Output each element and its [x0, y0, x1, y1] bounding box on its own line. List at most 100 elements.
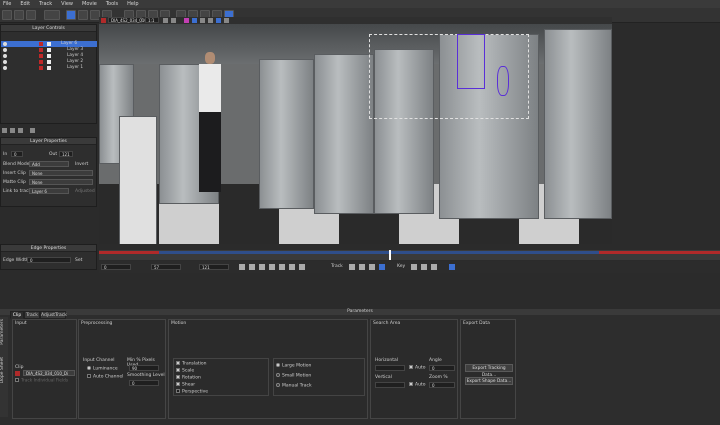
planar-surface-icon[interactable]	[216, 18, 221, 23]
menu-edit[interactable]: Edit	[20, 1, 30, 7]
layer-lock-icon[interactable]	[47, 66, 51, 70]
menu-view[interactable]: View	[61, 1, 73, 7]
shear-option[interactable]: Shear	[176, 382, 195, 388]
visibility-eye-icon[interactable]	[3, 54, 7, 58]
export-shape-button[interactable]: Export Shape Data...	[465, 377, 513, 385]
select-tool-icon[interactable]	[66, 10, 76, 20]
pointer-tool-icon[interactable]	[78, 10, 88, 20]
tab-track[interactable]: Track	[24, 311, 40, 319]
start-frame-field[interactable]: 0	[101, 264, 131, 270]
menu-movie[interactable]: Movie	[82, 1, 97, 7]
manual-track-option[interactable]: Manual Track	[276, 383, 312, 389]
current-frame-field[interactable]: 57	[151, 264, 181, 270]
matte-clip-select[interactable]: None	[29, 179, 93, 185]
perspective-checkbox[interactable]	[176, 389, 180, 393]
trace-icon[interactable]	[224, 18, 229, 23]
tracking-spline[interactable]	[457, 34, 485, 89]
prev-key-icon[interactable]	[249, 264, 255, 270]
layer-lock-icon[interactable]	[47, 54, 51, 58]
zoom-select[interactable]: 1:1	[145, 17, 159, 23]
delete-layer-icon[interactable]	[18, 128, 23, 133]
next-key-icon[interactable]	[289, 264, 295, 270]
smoothing-field[interactable]: 0	[129, 380, 159, 386]
edge-width-slider[interactable]: 0	[27, 257, 71, 263]
expand-icon[interactable]	[30, 128, 35, 133]
autokey-icon[interactable]	[449, 264, 455, 270]
center-view-icon[interactable]	[171, 18, 176, 23]
save-project-icon[interactable]	[26, 10, 36, 20]
mask-view-icon[interactable]	[192, 18, 197, 23]
menu-tools[interactable]: Tools	[106, 1, 118, 7]
layer-lock-icon[interactable]	[47, 42, 51, 46]
visibility-eye-icon[interactable]	[3, 42, 7, 46]
clip-select[interactable]: DIA_4S2_034_010_Div	[108, 17, 155, 23]
side-tab-dope-sheet[interactable]: Dope Sheet	[0, 357, 5, 383]
play-forward-icon[interactable]	[279, 264, 285, 270]
visibility-eye-icon[interactable]	[3, 66, 7, 70]
layer-lock-icon[interactable]	[47, 60, 51, 64]
vertical-auto-checkbox[interactable]	[409, 382, 413, 386]
tab-clip[interactable]: Clip	[10, 311, 24, 319]
track-stop-icon[interactable]	[369, 264, 375, 270]
play-backward-icon[interactable]	[259, 264, 265, 270]
horizontal-field[interactable]	[375, 365, 405, 371]
visibility-eye-icon[interactable]	[3, 60, 7, 64]
stop-icon[interactable]	[269, 264, 275, 270]
track-forward-icon[interactable]	[379, 264, 385, 270]
new-folder-icon[interactable]	[10, 128, 15, 133]
menu-help[interactable]: Help	[127, 1, 138, 7]
translation-checkbox[interactable]	[176, 361, 180, 365]
translation-option[interactable]: Translation	[176, 361, 207, 367]
horizontal-auto[interactable]: Auto	[409, 365, 425, 371]
in-field[interactable]: 0	[11, 151, 23, 157]
shear-checkbox[interactable]	[176, 382, 180, 386]
link-track-select[interactable]: Layer 6	[29, 188, 69, 194]
auto-channel-option[interactable]: Auto Channel	[87, 374, 123, 380]
menu-file[interactable]: File	[3, 1, 11, 7]
track-fields-checkbox[interactable]	[15, 378, 19, 382]
min-pixels-field[interactable]: 90	[129, 365, 159, 371]
export-tracking-button[interactable]: Export Tracking Data...	[465, 364, 513, 378]
zoom-field[interactable]: 0	[429, 382, 455, 388]
video-viewer[interactable]	[99, 24, 612, 244]
luminance-radio[interactable]	[87, 366, 91, 370]
vertical-field[interactable]	[375, 382, 405, 388]
new-layer-icon[interactable]	[2, 128, 7, 133]
last-frame-icon[interactable]	[299, 264, 305, 270]
angle-field[interactable]: 0	[429, 365, 455, 371]
matte-view-icon[interactable]	[200, 18, 205, 23]
side-tab-parameters[interactable]: Parameters	[0, 319, 5, 345]
insert-view-icon[interactable]	[208, 18, 213, 23]
playhead[interactable]	[389, 250, 391, 260]
track-step-back-icon[interactable]	[359, 264, 365, 270]
insert-clip-select[interactable]: None	[29, 170, 93, 176]
first-frame-icon[interactable]	[239, 264, 245, 270]
large-motion-option[interactable]: Large Motion	[276, 363, 311, 369]
layer-row[interactable]: Layer 1	[1, 65, 97, 71]
horizontal-auto-checkbox[interactable]	[409, 365, 413, 369]
rotation-checkbox[interactable]	[176, 375, 180, 379]
blend-mode-select[interactable]: Add	[29, 161, 69, 167]
auto-channel-checkbox[interactable]	[87, 374, 91, 378]
perspective-option[interactable]: Perspective	[176, 389, 208, 395]
large-motion-radio[interactable]	[276, 363, 280, 367]
clear-keys-icon[interactable]	[431, 264, 437, 270]
fit-view-icon[interactable]	[163, 18, 168, 23]
small-motion-option[interactable]: Small Motion	[276, 373, 311, 379]
new-project-icon[interactable]	[2, 10, 12, 20]
visibility-eye-icon[interactable]	[3, 48, 7, 52]
timeline[interactable]	[99, 250, 720, 260]
scale-option[interactable]: Scale	[176, 368, 194, 374]
rotation-option[interactable]: Rotation	[176, 375, 201, 381]
tab-adjust-track[interactable]: AdjustTrack	[40, 311, 67, 319]
track-backward-icon[interactable]	[349, 264, 355, 270]
manual-track-radio[interactable]	[276, 383, 280, 387]
scale-checkbox[interactable]	[176, 368, 180, 372]
vertical-auto[interactable]: Auto	[409, 382, 425, 388]
track-individual-fields[interactable]: Track Individual Fields	[15, 378, 68, 384]
tracking-spline[interactable]	[497, 66, 509, 96]
menu-track[interactable]: Track	[39, 1, 52, 7]
layer-lock-icon[interactable]	[47, 48, 51, 52]
end-frame-field[interactable]: 121	[199, 264, 229, 270]
luminance-option[interactable]: Luminance	[87, 366, 118, 372]
